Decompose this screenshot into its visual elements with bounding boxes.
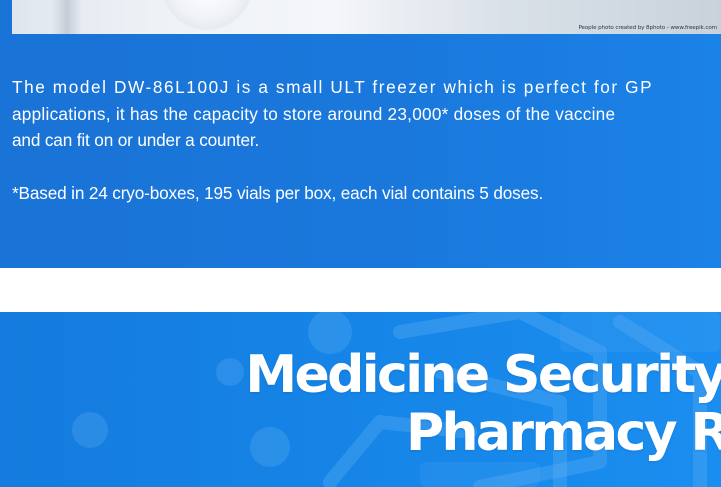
description-line-2: applications, it has the capacity to sto… xyxy=(12,103,616,124)
photo-shadow-decoration xyxy=(52,0,82,34)
dose-footnote: *Based in 24 cryo-boxes, 195 vials per b… xyxy=(12,183,544,203)
photo-credit: People photo created by 8photo - www.fre… xyxy=(578,25,717,31)
description-line-3: and can fit on or under a counter. xyxy=(12,130,260,150)
photo-gloved-hand-decoration xyxy=(162,0,252,30)
medicine-security-hero: Medicine Security Pharmacy R xyxy=(0,312,721,487)
freezer-info-section: People photo created by 8photo - www.fre… xyxy=(0,0,721,268)
hero-title-line-2: Pharmacy R xyxy=(405,403,721,463)
page: People photo created by 8photo - www.fre… xyxy=(0,0,721,487)
hero-title: Medicine Security Pharmacy R xyxy=(245,346,721,462)
freezer-description: The model DW-86L100J is a small ULT free… xyxy=(12,74,721,154)
section-divider xyxy=(0,268,721,312)
people-photo: People photo created by 8photo - www.fre… xyxy=(12,0,721,34)
description-line-1: The model DW-86L100J is a small ULT free… xyxy=(12,77,654,97)
hero-title-line-1: Medicine Security xyxy=(245,345,721,405)
